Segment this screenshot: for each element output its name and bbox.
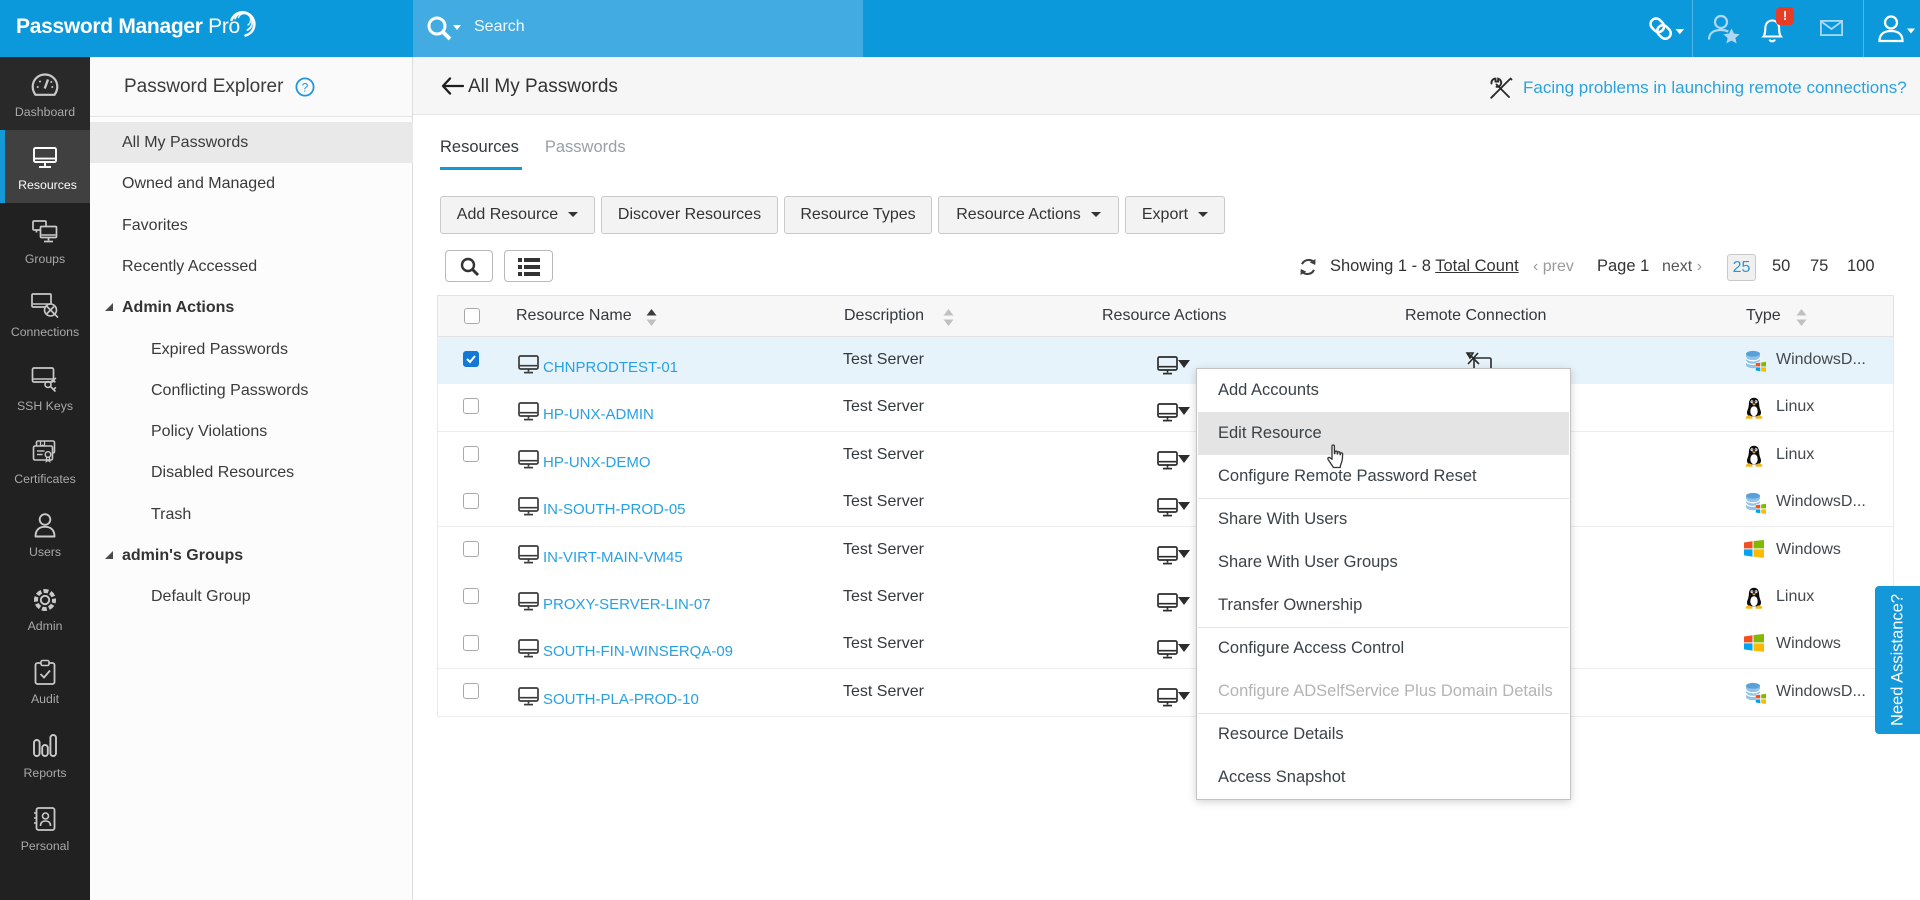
svg-text:?: ? xyxy=(302,80,309,94)
